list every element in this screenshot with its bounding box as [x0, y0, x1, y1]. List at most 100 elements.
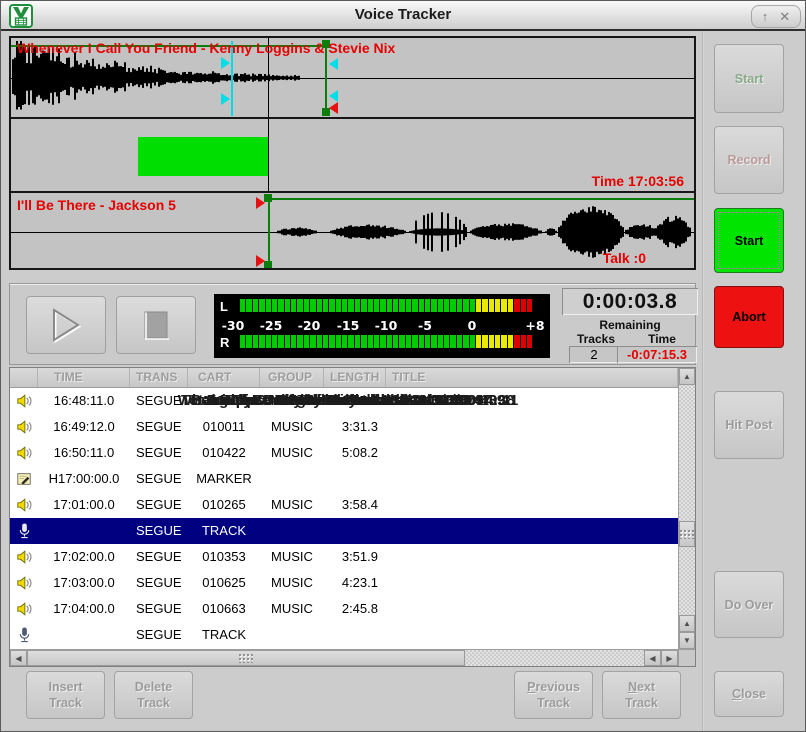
abort-button[interactable]: Abort: [714, 286, 784, 348]
cell-trans: SEGUE: [130, 440, 188, 466]
cell-trans: SEGUE: [130, 492, 188, 518]
table-row-selected[interactable]: SEGUETRACKVoice Track: [10, 518, 678, 544]
talk-marker-handle-top[interactable]: [221, 57, 230, 69]
remaining-tracks-value: 2: [569, 346, 619, 363]
log-rows: 16:48:11.0SEGUE010687MUSIC3:37.5Jumpin' …: [10, 388, 678, 648]
table-row[interactable]: 17:01:00.0SEGUE010265MUSIC3:58.4Whenever…: [10, 492, 678, 518]
meter-scale-label: -15: [337, 318, 360, 333]
insert-track-button: InsertTrack: [26, 671, 105, 719]
table-row[interactable]: 17:04:00.0SEGUE010663MUSIC2:45.8Friday O…: [10, 596, 678, 622]
cell-title: Voice Track: [10, 388, 678, 414]
scroll-left-button-2[interactable]: ◀: [644, 650, 661, 666]
cell-length: 2:45.8: [324, 596, 386, 622]
cell-cart: 010422: [188, 440, 260, 466]
voice-tracker-window: Voice Tracker ↑ ✕ Whenever I Call You Fr…: [0, 0, 806, 732]
remaining-label: Remaining: [562, 318, 698, 332]
horizontal-scroll-thumb[interactable]: [27, 650, 465, 666]
cell-cart: 010353: [188, 544, 260, 570]
titlebar[interactable]: Voice Tracker ↑ ✕: [1, 1, 805, 31]
cell-group: [260, 622, 324, 648]
vertical-scroll-thumb[interactable]: [679, 521, 695, 547]
start-handle-bottom[interactable]: [264, 261, 272, 268]
speaker-icon: [10, 596, 38, 622]
cell-group: MUSIC: [260, 414, 324, 440]
speaker-icon: [10, 440, 38, 466]
scroll-up-button[interactable]: ▲: [679, 368, 695, 385]
speaker-icon: [10, 570, 38, 596]
segue-marker-handle-top[interactable]: [329, 58, 338, 70]
track2-start-line[interactable]: [268, 195, 270, 268]
table-row[interactable]: SEGUETRACKVoice Track: [10, 622, 678, 648]
voice-track-panel[interactable]: Time 17:03:56: [11, 117, 694, 191]
log-table: TIMETRANSCARTGROUPLENGTHTITLE 16:48:11.0…: [9, 367, 696, 667]
table-row[interactable]: 16:50:11.0SEGUE010422MUSIC5:08.2Space Od…: [10, 440, 678, 466]
close-button: Close: [714, 671, 784, 717]
do-over-button: Do Over: [714, 571, 784, 638]
table-row[interactable]: H17:00:00.0SEGUEMARKERLegal ID Goes Here: [10, 466, 678, 492]
column-header-TRANS[interactable]: TRANS: [130, 368, 188, 387]
column-header-TITLE[interactable]: TITLE: [386, 368, 678, 387]
scroll-up-button-2[interactable]: ▲: [679, 615, 695, 632]
start-marker-handle-top[interactable]: [256, 197, 265, 209]
cell-group: MUSIC: [260, 544, 324, 570]
track1-centerline: [11, 78, 694, 79]
track1-title: Whenever I Call You Friend - Kenny Loggi…: [17, 40, 395, 56]
remaining-time-value: -0:07:15.3: [617, 346, 697, 363]
end-marker-handle[interactable]: [329, 102, 338, 114]
microphone-icon: [10, 518, 38, 544]
close-button[interactable]: ✕: [779, 9, 790, 25]
cell-group: [260, 466, 324, 492]
record-button: Record: [714, 126, 784, 194]
table-row[interactable]: 17:03:00.0SEGUE010625MUSIC4:23.1Total Ec…: [10, 570, 678, 596]
voice-track-region[interactable]: [138, 137, 269, 176]
track2-waveform-panel[interactable]: I'll Be There - Jackson 5 Talk :0: [11, 191, 694, 268]
next-track-button: NextTrack: [602, 671, 681, 719]
thumb-grip: [239, 654, 253, 663]
start-handle-top[interactable]: [264, 194, 272, 202]
marker-icon: [10, 466, 38, 492]
column-header-LENGTH[interactable]: LENGTH: [324, 368, 386, 387]
scroll-left-button[interactable]: ◀: [10, 650, 27, 666]
cell-group: MUSIC: [260, 492, 324, 518]
meter-scale-label: -25: [260, 318, 283, 333]
segue-marker-handle-mid[interactable]: [329, 90, 338, 102]
table-row[interactable]: 17:02:00.0SEGUE010353MUSIC3:51.9I'll Be …: [10, 544, 678, 570]
talk-marker-handle-bottom[interactable]: [221, 93, 230, 105]
start-marker-handle-bottom[interactable]: [256, 255, 265, 267]
column-header-CART[interactable]: CART: [188, 368, 260, 387]
talk-label: Talk :0: [603, 250, 646, 266]
cell-time: 17:03:00.0: [38, 570, 130, 596]
cell-length: 3:51.9: [324, 544, 386, 570]
table-row[interactable]: 16:49:12.0SEGUE010011MUSIC3:31.3Bang The…: [10, 414, 678, 440]
cell-length: 3:31.3: [324, 414, 386, 440]
cell-length: [324, 466, 386, 492]
column-header-GROUP[interactable]: GROUP: [260, 368, 324, 387]
cell-length: [324, 518, 386, 544]
cell-group: MUSIC: [260, 596, 324, 622]
cell-length: 5:08.2: [324, 440, 386, 466]
remaining-time-label: Time: [630, 332, 694, 346]
window-title: Voice Tracker: [1, 1, 805, 29]
meter-scale-label: 0: [468, 318, 477, 333]
shade-button[interactable]: ↑: [762, 9, 769, 24]
play-icon: [44, 303, 88, 347]
cell-trans: SEGUE: [130, 518, 188, 544]
vertical-scrollbar[interactable]: ▲ ▲ ▼: [678, 368, 695, 649]
cell-cart: TRACK: [188, 518, 260, 544]
stop-button: [116, 296, 196, 354]
elapsed-time-display: 0:00:03.8: [562, 288, 698, 315]
scroll-right-button[interactable]: ▶: [661, 650, 678, 666]
cell-time: 17:04:00.0: [38, 596, 130, 622]
column-header-icon[interactable]: [10, 368, 38, 387]
stop-icon: [134, 303, 178, 347]
cell-trans: SEGUE: [130, 414, 188, 440]
track1-waveform-panel[interactable]: Whenever I Call You Friend - Kenny Loggi…: [11, 38, 694, 117]
start-main-button[interactable]: Start: [714, 208, 784, 273]
track2-centerline: [11, 232, 694, 233]
meter-scale-label: -5: [418, 318, 432, 333]
cell-cart: TRACK: [188, 622, 260, 648]
cell-group: [260, 518, 324, 544]
scroll-down-button[interactable]: ▼: [679, 632, 695, 649]
horizontal-scrollbar[interactable]: ◀ ◀ ▶: [10, 649, 678, 666]
column-header-TIME[interactable]: TIME: [38, 368, 130, 387]
